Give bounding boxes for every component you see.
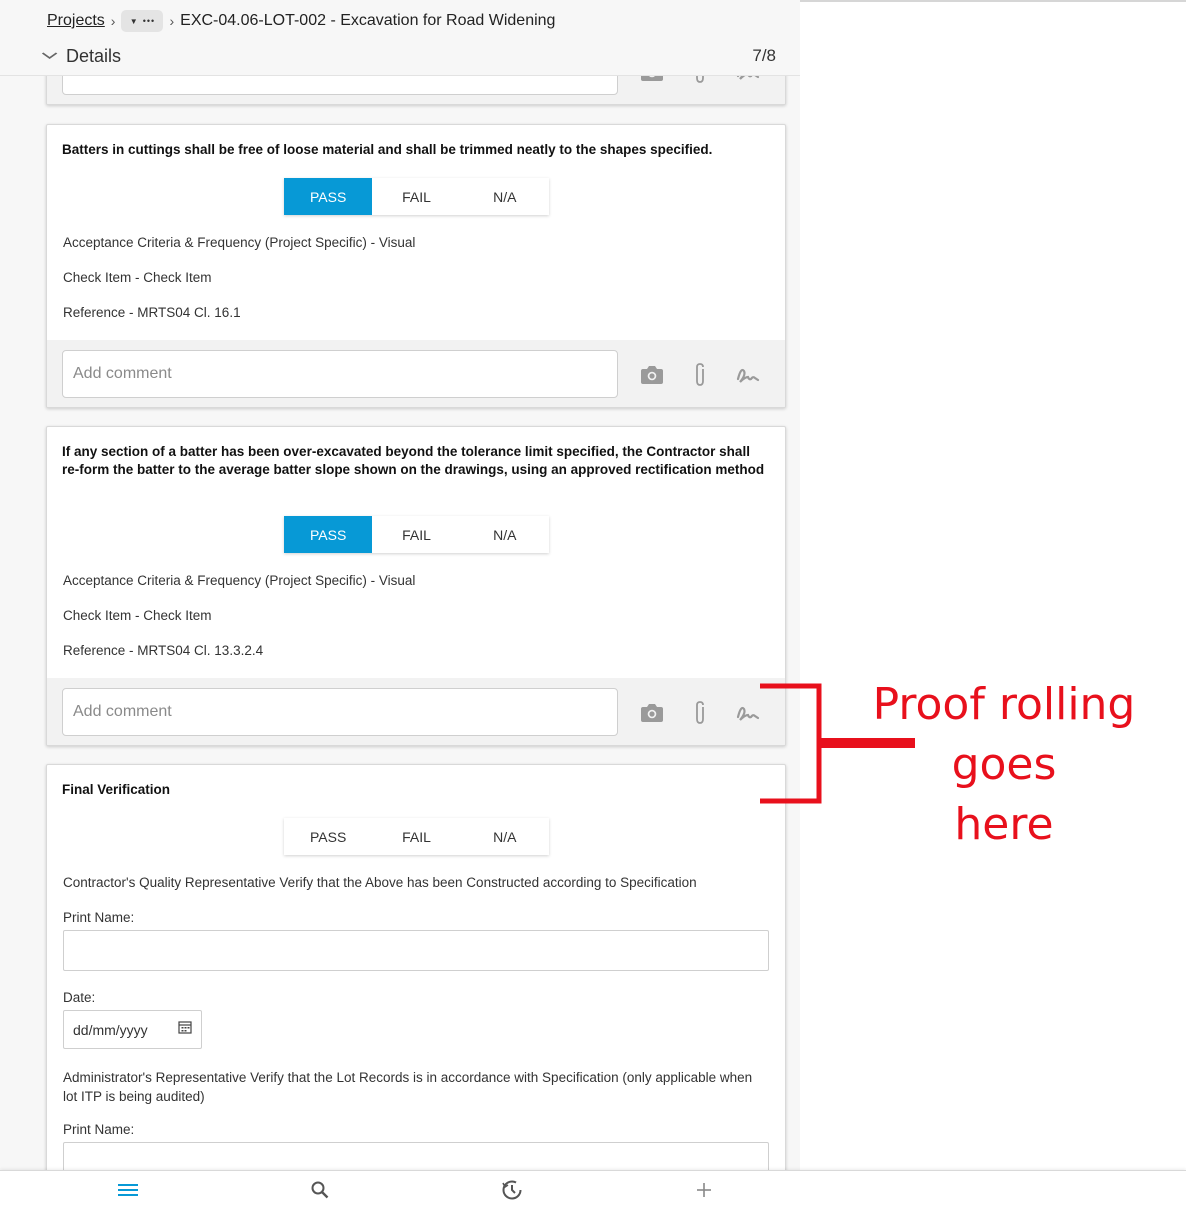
activity-icon[interactable] <box>499 1179 525 1201</box>
breadcrumb-ellipsis: ••• <box>142 16 156 26</box>
annotation-line-1: Proof rolling goes <box>872 679 1136 790</box>
checklist-card: If any section of a batter has been over… <box>46 426 786 746</box>
fail-button[interactable]: FAIL <box>372 818 460 855</box>
na-button[interactable]: N/A <box>461 818 549 855</box>
date-label: Date: <box>63 990 96 1005</box>
breadcrumb-separator-icon: › <box>110 13 116 29</box>
breadcrumb-separator-icon: › <box>169 13 175 29</box>
fail-button[interactable]: FAIL <box>372 516 460 553</box>
calendar-icon[interactable] <box>178 1020 192 1039</box>
date-field[interactable]: dd/mm/yyyy <box>63 1010 202 1049</box>
pass-button[interactable]: PASS <box>284 178 373 215</box>
result-toggle: PASS FAIL N/A <box>284 818 549 855</box>
breadcrumb: Projects › ▼ ••• › EXC-04.06-LOT-002 - E… <box>47 10 555 32</box>
print-name-label: Print Name: <box>63 910 135 925</box>
print-name-field[interactable] <box>63 930 769 971</box>
na-button[interactable]: N/A <box>461 516 549 553</box>
acceptance-criteria-text: Acceptance Criteria & Frequency (Project… <box>63 573 416 588</box>
details-toggle[interactable]: Details 7/8 <box>41 44 780 68</box>
check-item-title: If any section of a batter has been over… <box>62 444 765 477</box>
breadcrumb-projects-link[interactable]: Projects <box>47 12 105 30</box>
print-name-label-2: Print Name: <box>63 1122 135 1137</box>
check-item-title: Batters in cuttings shall be free of loo… <box>62 142 713 157</box>
comment-input[interactable] <box>62 688 618 736</box>
header: Projects › ▼ ••• › EXC-04.06-LOT-002 - E… <box>0 2 800 76</box>
search-icon[interactable] <box>307 1179 333 1201</box>
details-count: 7/8 <box>752 46 776 65</box>
breadcrumb-current: EXC-04.06-LOT-002 - Excavation for Road … <box>180 12 556 29</box>
annotation-text: Proof rolling goes here <box>826 675 1182 855</box>
result-toggle: PASS FAIL N/A <box>284 178 549 215</box>
comment-bar <box>47 340 785 407</box>
result-toggle: PASS FAIL N/A <box>284 516 549 553</box>
final-verification-card: Final Verification PASS FAIL N/A Contrac… <box>46 764 786 1194</box>
check-item-text: Check Item - Check Item <box>63 270 212 285</box>
na-button[interactable]: N/A <box>461 178 549 215</box>
check-item-text: Check Item - Check Item <box>63 608 212 623</box>
reference-text: Reference - MRTS04 Cl. 16.1 <box>63 305 241 320</box>
pass-button[interactable]: PASS <box>284 516 373 553</box>
comment-bar <box>47 678 785 745</box>
annotation-line-2: here <box>954 799 1054 850</box>
acceptance-criteria-text: Acceptance Criteria & Frequency (Project… <box>63 235 416 250</box>
caret-down-icon: ▼ <box>129 16 139 26</box>
details-label: Details <box>66 45 122 66</box>
breadcrumb-collapsed-button[interactable]: ▼ ••• <box>121 10 164 32</box>
checklist-card: Batters in cuttings shall be free of loo… <box>46 124 786 408</box>
chevron-down-icon <box>41 49 61 63</box>
final-verification-title: Final Verification <box>62 782 171 797</box>
reference-text: Reference - MRTS04 Cl. 13.3.2.4 <box>63 643 264 658</box>
menu-icon[interactable] <box>115 1179 141 1201</box>
fail-button[interactable]: FAIL <box>372 178 460 215</box>
bottom-nav <box>0 1170 1186 1205</box>
comment-input[interactable] <box>62 350 618 398</box>
administrator-verify-text: Administrator's Representative Verify th… <box>63 1070 753 1104</box>
date-placeholder: dd/mm/yyyy <box>73 1021 148 1038</box>
camera-icon[interactable] <box>637 360 667 390</box>
contractor-verify-text: Contractor's Quality Representative Veri… <box>63 875 697 890</box>
paperclip-icon[interactable] <box>685 698 715 728</box>
paperclip-icon[interactable] <box>685 360 715 390</box>
app-pane: Projects › ▼ ••• › EXC-04.06-LOT-002 - E… <box>0 0 800 1205</box>
plus-icon[interactable] <box>691 1179 717 1201</box>
camera-icon[interactable] <box>637 698 667 728</box>
pass-button[interactable]: PASS <box>284 818 372 855</box>
signature-icon[interactable] <box>733 360 763 390</box>
